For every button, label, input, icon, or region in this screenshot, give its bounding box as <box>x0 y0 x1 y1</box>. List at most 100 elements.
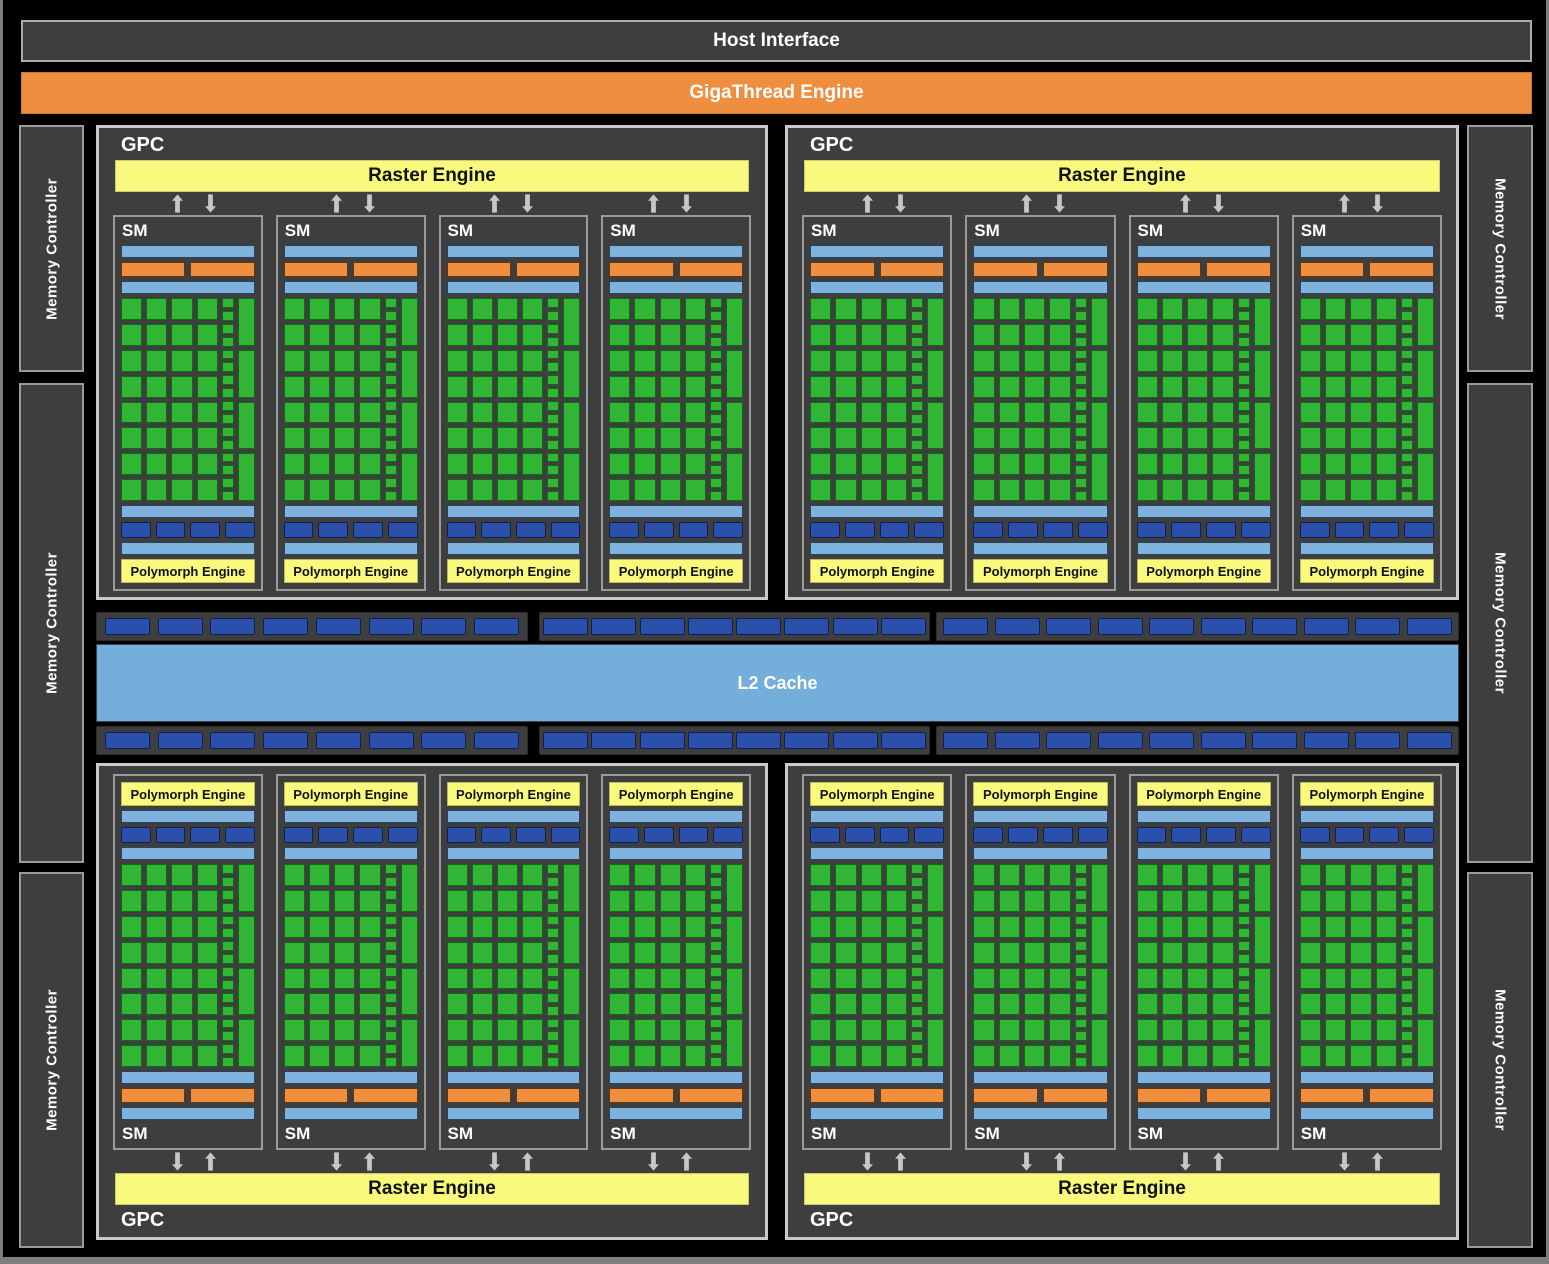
core-cell <box>121 915 143 938</box>
sm-label: SM <box>811 221 837 240</box>
sm-core-grid <box>1136 298 1271 501</box>
core-mini-cell <box>547 941 560 952</box>
core-cell <box>973 889 995 912</box>
core-cell <box>835 401 857 424</box>
tex-unit-block <box>550 522 581 538</box>
core-cell <box>634 864 656 886</box>
core-cell <box>283 349 305 372</box>
core-cell <box>634 349 656 372</box>
core-cell <box>1187 479 1209 501</box>
core-mini-cell <box>1401 928 1413 939</box>
core-grid-main <box>810 298 908 501</box>
core-cell <box>1299 941 1322 964</box>
l2-partition-block <box>543 732 589 749</box>
core-cell <box>998 401 1020 424</box>
core-cell <box>1375 941 1397 964</box>
core-cell <box>1049 1019 1071 1042</box>
core-mini-cell <box>911 876 924 887</box>
core-mini-cell <box>1237 1057 1250 1067</box>
sm-scheduler-bars-row <box>1136 1088 1271 1103</box>
core-cell <box>1375 401 1397 424</box>
core-mini-cell <box>547 388 560 398</box>
raster-sm-arrow-pair <box>115 1150 274 1173</box>
sm-core-grid <box>973 298 1108 501</box>
core-mini-cell <box>1401 452 1413 463</box>
core-cell <box>684 864 706 886</box>
core-cell <box>885 349 908 372</box>
raster-engine-label: Raster Engine <box>1058 1178 1186 1199</box>
sm-light-blue-bar <box>283 505 418 518</box>
core-mini-cell <box>710 1057 722 1067</box>
core-cell <box>308 967 331 990</box>
sm-label: SM <box>610 1124 636 1143</box>
down-arrow-icon <box>489 1152 501 1171</box>
l2-partition-strip <box>96 726 528 755</box>
core-mini-cell <box>1074 362 1087 373</box>
core-cell <box>684 323 706 346</box>
core-grid-small-column <box>547 298 560 501</box>
core-mini-cell <box>710 452 722 463</box>
core-mini-cell <box>1074 1044 1087 1055</box>
core-cell <box>885 941 908 964</box>
raster-sm-arrows-row <box>804 1150 1440 1173</box>
core-mini-cell <box>384 902 397 913</box>
core-grid-tall-column <box>1417 864 1434 1067</box>
sm-light-blue-bar <box>1299 505 1434 518</box>
tex-unit-block <box>810 522 840 538</box>
raster-engine-label: Raster Engine <box>1058 165 1186 186</box>
core-cell <box>860 323 882 346</box>
core-cell <box>121 427 143 450</box>
sm-block: SM Polymorph Engine <box>113 774 263 1150</box>
core-tall-cell <box>237 349 255 398</box>
core-cell <box>1325 993 1347 1016</box>
core-cell <box>860 915 882 938</box>
core-cell <box>684 993 706 1016</box>
core-tall-cell <box>400 967 418 1016</box>
sm-tex-blocks-row <box>446 827 581 843</box>
core-cell <box>810 915 832 938</box>
core-cell <box>359 889 381 912</box>
core-cell <box>609 375 631 398</box>
core-cell <box>171 864 193 886</box>
core-cell <box>283 864 305 886</box>
down-arrow-icon <box>1338 1152 1350 1171</box>
core-cell <box>835 427 857 450</box>
l2-partition-block <box>880 732 926 749</box>
core-grid-small-column <box>1074 298 1087 501</box>
core-mini-cell <box>384 491 397 501</box>
core-grid-main <box>283 864 381 1067</box>
core-mini-cell <box>1237 864 1250 874</box>
core-mini-cell <box>221 388 234 398</box>
polymorph-engine-label: Polymorph Engine <box>618 563 734 579</box>
sm-light-blue-bar <box>1299 542 1434 555</box>
core-cell <box>334 1019 356 1042</box>
sm-light-blue-bar <box>1136 542 1271 555</box>
tex-unit-block <box>609 827 639 843</box>
core-cell <box>1325 941 1347 964</box>
core-cell <box>1299 453 1322 476</box>
down-arrow-icon <box>1053 194 1065 213</box>
sm-light-blue-bar <box>446 281 581 294</box>
core-tall-cell <box>563 349 581 398</box>
sm-light-blue-bar <box>283 1071 418 1084</box>
sm-light-blue-bar <box>1136 245 1271 258</box>
core-grid-main <box>973 864 1071 1067</box>
core-cell <box>359 993 381 1016</box>
core-cell <box>973 453 995 476</box>
core-cell <box>446 864 468 886</box>
core-cell <box>1023 993 1046 1016</box>
core-cell <box>1212 864 1234 886</box>
raster-sm-arrow-pair <box>1122 1150 1281 1173</box>
sm-row: SM Polymorph Engine SM Polymorph Engine … <box>802 774 1442 1150</box>
core-cell <box>522 915 544 938</box>
core-cell <box>446 941 468 964</box>
core-cell <box>609 298 631 320</box>
core-mini-cell <box>384 401 397 411</box>
core-cell <box>885 427 908 450</box>
core-cell <box>471 1045 493 1067</box>
core-cell <box>1350 967 1372 990</box>
tex-unit-block <box>283 827 314 843</box>
core-cell <box>1187 401 1209 424</box>
core-cell <box>885 323 908 346</box>
core-cell <box>171 349 193 372</box>
